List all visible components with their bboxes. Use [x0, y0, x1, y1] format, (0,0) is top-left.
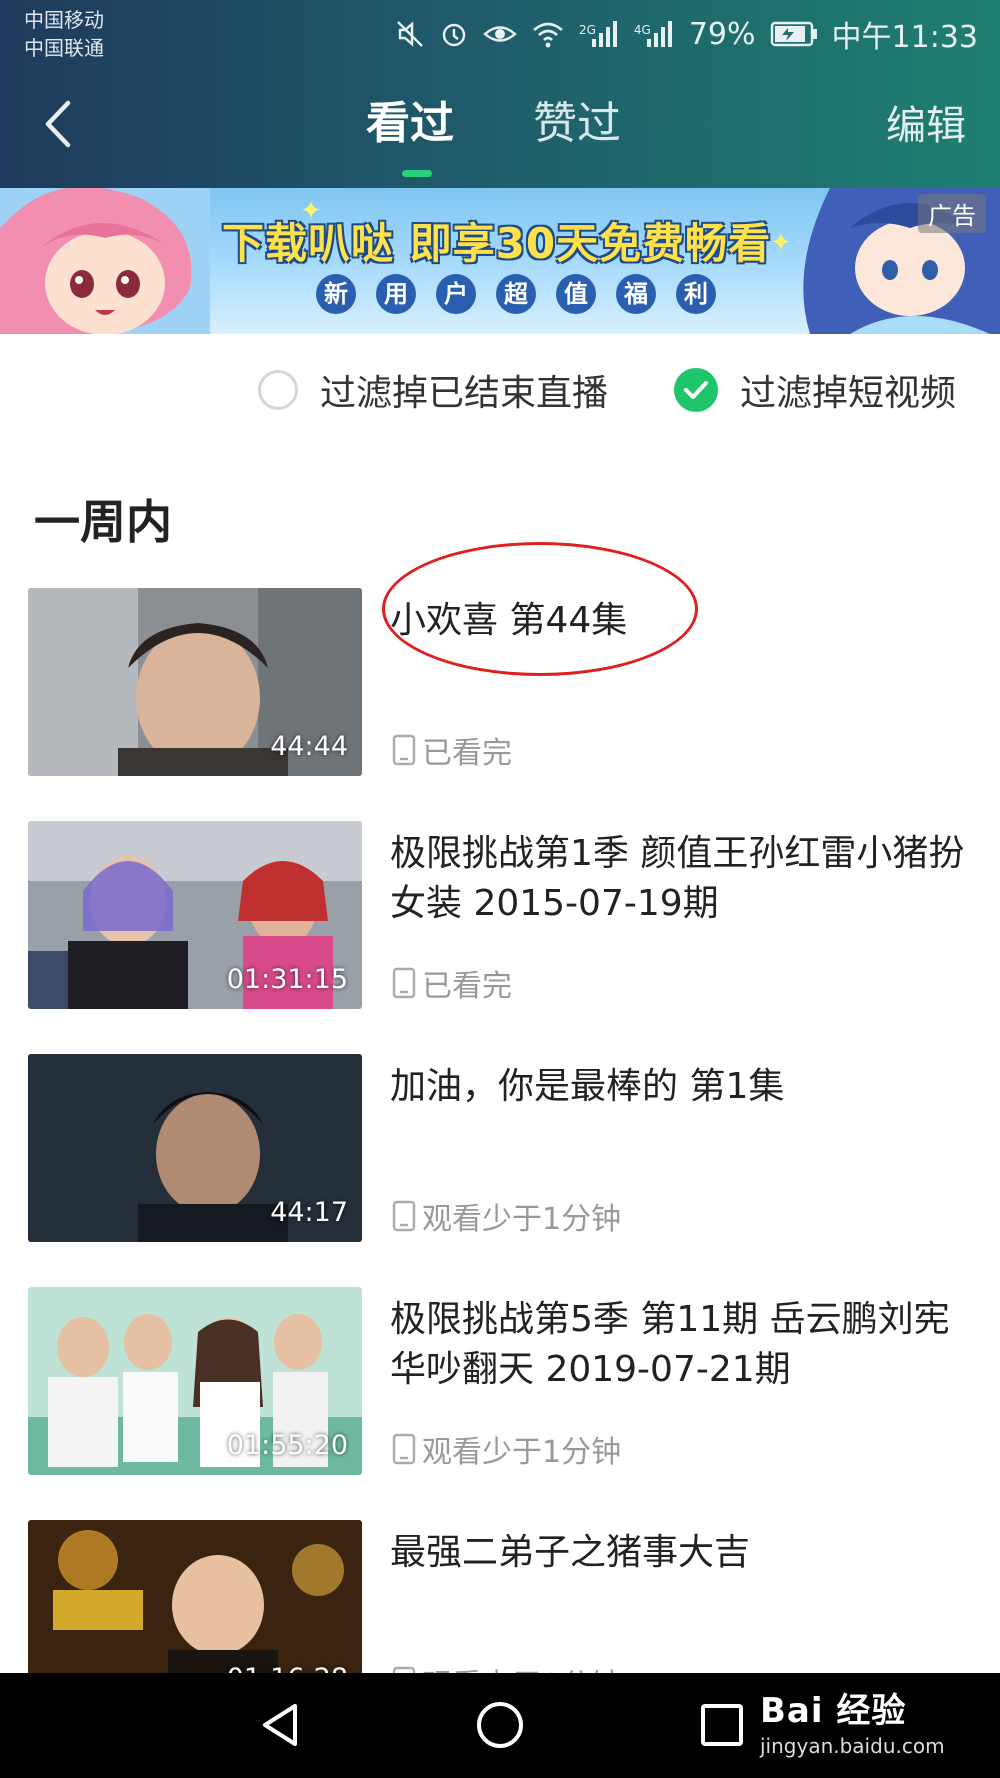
- filter-ended-live[interactable]: 过滤掉已结束直播: [258, 364, 608, 416]
- checked-circle-icon[interactable]: [674, 368, 718, 412]
- eye-icon: [483, 19, 517, 49]
- watch-status-text: 观看少于1分钟: [422, 1202, 622, 1237]
- sparkle-icon: ✦: [770, 228, 792, 258]
- history-item[interactable]: 44:44 小欢喜 第44集 已看完: [0, 588, 1000, 778]
- phone-icon: [392, 1433, 416, 1465]
- watch-status: 观看少于1分钟: [392, 1194, 621, 1238]
- mute-icon: [395, 19, 425, 49]
- status-bar: 中国移动 中国联通 2G 4G 79% 中午11:33: [0, 0, 1000, 70]
- video-title: 极限挑战第1季 颜值王孙红雷小猪扮女装 2015-07-19期: [390, 833, 965, 924]
- tab-liked[interactable]: 赞过: [533, 94, 621, 154]
- history-item[interactable]: 44:17 加油，你是最棒的 第1集 观看少于1分钟: [0, 1054, 1000, 1244]
- filter-bar: 过滤掉已结束直播 过滤掉短视频: [0, 334, 1000, 446]
- video-duration: 01:55:20: [226, 1430, 348, 1461]
- watch-status-text: 已看完: [422, 736, 512, 771]
- video-duration: 01:31:15: [226, 964, 348, 995]
- video-duration: 44:17: [270, 1197, 348, 1228]
- filter-short-video[interactable]: 过滤掉短视频: [674, 364, 956, 416]
- alarm-icon: [439, 19, 469, 49]
- carrier-info: 中国移动 中国联通: [24, 6, 104, 62]
- triangle-back-icon: [263, 1704, 297, 1746]
- video-thumbnail[interactable]: 01:55:20: [28, 1287, 362, 1475]
- signal-2g-label: 2G: [578, 23, 596, 37]
- ad-sub-char: 超: [496, 274, 536, 314]
- video-title: 小欢喜 第44集: [390, 600, 628, 641]
- battery-icon: [770, 20, 818, 48]
- history-item[interactable]: 01:31:15 极限挑战第1季 颜值王孙红雷小猪扮女装 2015-07-19期…: [0, 821, 1000, 1011]
- watch-status-text: 已看完: [422, 969, 512, 1004]
- app-screen: 中国移动 中国联通 2G 4G 79% 中午11:33 看过 赞过 编辑 ✦ ✦…: [0, 0, 1000, 1778]
- section-title-week: 一周内: [34, 495, 172, 549]
- video-thumbnail[interactable]: 44:44: [28, 588, 362, 776]
- back-button[interactable]: [30, 96, 86, 152]
- baidu-jingyan-watermark: Bai 经验 jingyan.baidu.com: [760, 1683, 945, 1758]
- watermark-brand: Bai 经验: [760, 1691, 907, 1731]
- system-recents-button[interactable]: [692, 1695, 752, 1755]
- top-header: 中国移动 中国联通 2G 4G 79% 中午11:33 看过 赞过 编辑: [0, 0, 1000, 188]
- history-item[interactable]: 01:55:20 极限挑战第5季 第11期 岳云鹏刘宪华吵翻天 2019-07-…: [0, 1287, 1000, 1477]
- system-back-button[interactable]: [250, 1695, 310, 1755]
- video-title: 极限挑战第5季 第11期 岳云鹏刘宪华吵翻天 2019-07-21期: [390, 1299, 950, 1390]
- filter-ended-live-label: 过滤掉已结束直播: [320, 373, 609, 414]
- edit-button[interactable]: 编辑: [886, 98, 966, 154]
- signal-4g-label: 4G: [633, 23, 651, 37]
- square-recents-icon: [701, 1704, 743, 1746]
- ad-subline: 新 用 户 超 值 福 利: [316, 274, 716, 314]
- ad-sub-char: 值: [556, 274, 596, 314]
- tab-watched[interactable]: 看过: [366, 94, 454, 154]
- video-thumbnail[interactable]: 01:31:15: [28, 821, 362, 1009]
- circle-home-icon: [477, 1702, 523, 1748]
- nav-bar: 看过 赞过 编辑: [0, 78, 1000, 188]
- ad-headline: 下载叭哒 即享30天免费畅看: [222, 219, 772, 268]
- watch-status: 已看完: [392, 728, 512, 772]
- video-duration: 44:44: [270, 731, 348, 762]
- battery-percent: 79%: [688, 16, 756, 52]
- clock-time: 中午11:33: [831, 20, 978, 55]
- phone-icon: [392, 734, 416, 766]
- signal-4g: 4G: [634, 19, 675, 49]
- active-tab-indicator: [402, 170, 432, 177]
- video-thumbnail[interactable]: 44:17: [28, 1054, 362, 1242]
- wifi-icon: [531, 19, 565, 49]
- unchecked-circle-icon[interactable]: [258, 370, 298, 410]
- ad-banner[interactable]: ✦ ✦ 下载叭哒 即享30天免费畅看 新 用 户 超 值 福 利 广告: [0, 188, 1000, 334]
- anime-girl-illustration-left: [0, 188, 210, 334]
- signal-2g: 2G: [579, 19, 620, 49]
- watermark-url: jingyan.baidu.com: [760, 1734, 945, 1758]
- filter-short-video-label: 过滤掉短视频: [740, 373, 957, 414]
- system-navigation-bar: Bai 经验 jingyan.baidu.com: [0, 1673, 1000, 1778]
- ad-sub-char: 利: [676, 274, 716, 314]
- ad-sub-char: 户: [436, 274, 476, 314]
- carrier-2: 中国联通: [24, 36, 104, 60]
- video-title: 加油，你是最棒的 第1集: [390, 1066, 785, 1107]
- watch-status: 观看少于1分钟: [392, 1427, 621, 1471]
- video-title: 最强二弟子之猪事大吉: [390, 1532, 751, 1573]
- carrier-1: 中国移动: [24, 8, 104, 32]
- watch-status: 已看完: [392, 961, 512, 1005]
- ad-badge: 广告: [918, 194, 986, 233]
- chevron-left-icon: [45, 100, 71, 148]
- phone-icon: [392, 1200, 416, 1232]
- system-home-button[interactable]: [470, 1695, 530, 1755]
- ad-sub-char: 新: [316, 274, 356, 314]
- ad-sub-char: 福: [616, 274, 656, 314]
- status-icons: 2G 4G 79% 中午11:33: [395, 12, 978, 56]
- phone-icon: [392, 967, 416, 999]
- watch-status-text: 观看少于1分钟: [422, 1435, 622, 1470]
- ad-sub-char: 用: [376, 274, 416, 314]
